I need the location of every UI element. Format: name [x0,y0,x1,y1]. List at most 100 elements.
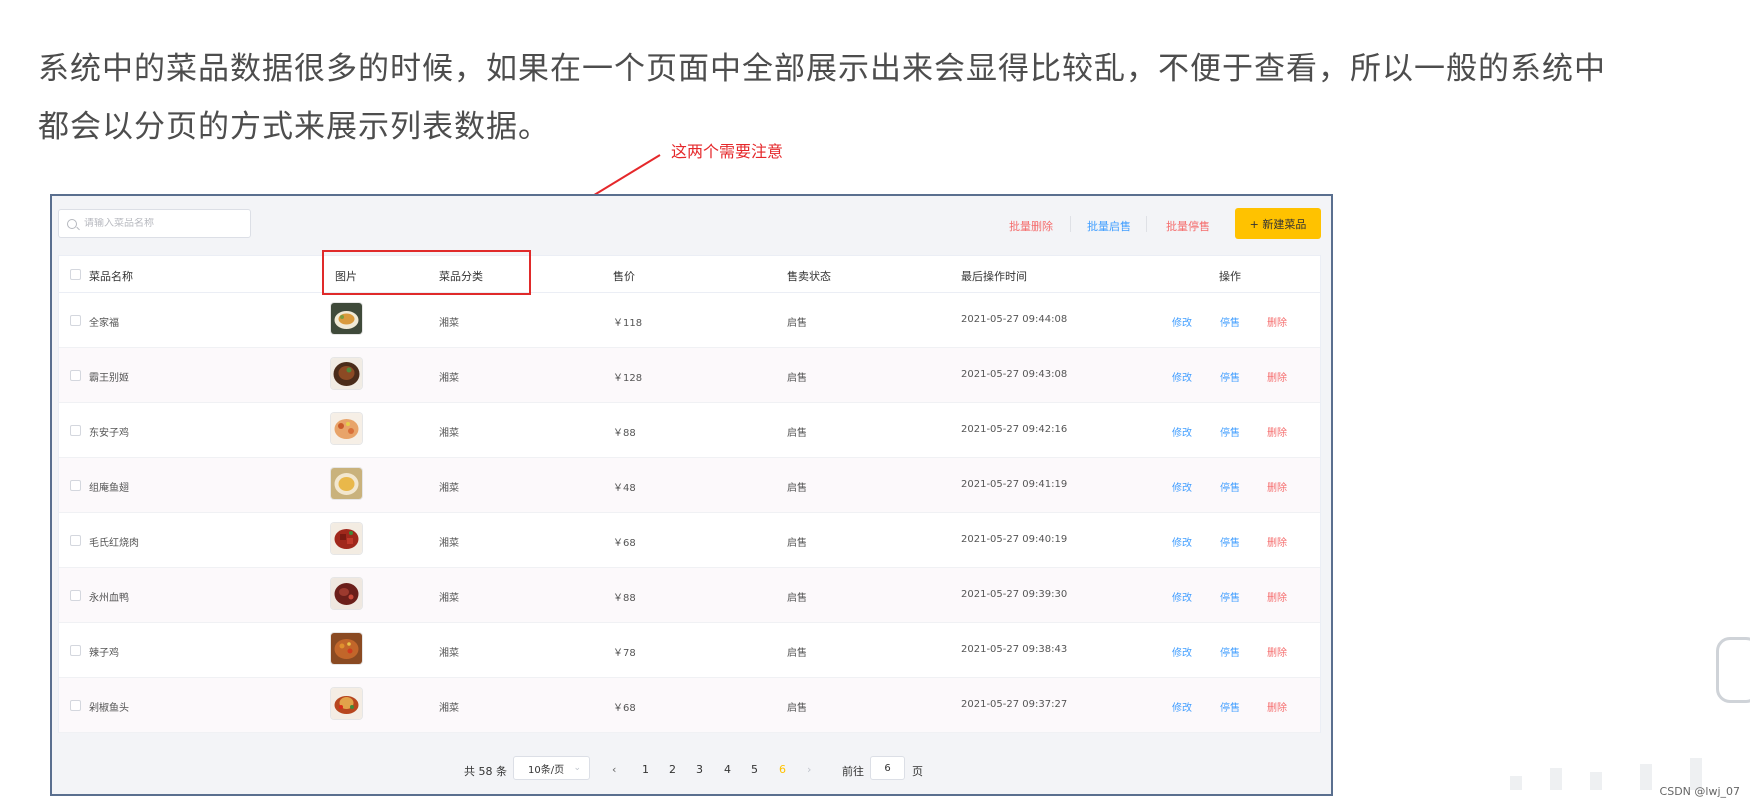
dish-status: 启售 [787,538,807,549]
dish-updated: 2021-05-27 09:37:27 [961,699,1068,710]
dish-status: 启售 [787,373,807,384]
batch-enable-button[interactable]: 批量启售 [1087,218,1131,234]
dish-status: 启售 [787,428,807,439]
search-input[interactable] [84,218,234,229]
table-row: 全家福 湘菜 ￥118 启售 2021-05-27 09:44:08 修改 停售… [59,293,1320,348]
delete-link[interactable]: 删除 [1267,314,1287,329]
dish-category: 湘菜 [439,428,459,439]
dish-updated: 2021-05-27 09:40:19 [961,534,1068,545]
header-name: 菜品名称 [89,270,133,283]
dish-name: 东安子鸡 [89,428,129,439]
row-checkbox[interactable] [70,645,81,656]
edit-link[interactable]: 修改 [1172,369,1192,384]
edit-link[interactable]: 修改 [1172,424,1192,439]
select-all-checkbox[interactable] [70,269,81,280]
article-paragraph: 系统中的菜品数据很多的时候，如果在一个页面中全部展示出来会显得比较乱，不便于查看… [38,40,1618,156]
batch-delete-button[interactable]: 批量删除 [1009,218,1053,234]
delete-link[interactable]: 删除 [1267,589,1287,604]
table-row: 毛氏红烧肉 湘菜 ￥68 启售 2021-05-27 09:40:19 修改 停… [59,513,1320,568]
dish-price: ￥128 [613,373,643,384]
dish-name: 全家福 [89,318,119,329]
dish-name: 永州血鸭 [89,593,129,604]
new-dish-button[interactable]: + 新建菜品 [1235,208,1321,239]
table-row: 东安子鸡 湘菜 ￥88 启售 2021-05-27 09:42:16 修改 停售… [59,403,1320,458]
delete-link[interactable]: 删除 [1267,479,1287,494]
dish-image [331,468,362,499]
goto-suffix: 页 [912,765,923,778]
row-checkbox[interactable] [70,590,81,601]
dish-status: 启售 [787,483,807,494]
dish-price: ￥68 [613,538,636,549]
page-number[interactable]: 2 [669,763,676,776]
dish-price: ￥78 [613,648,636,659]
watermark: CSDN @lwj_07 [1659,785,1740,798]
dish-category: 湘菜 [439,703,459,714]
annotation-label: 这两个需要注意 [671,142,784,161]
page-number[interactable]: 4 [724,763,731,776]
delete-link[interactable]: 删除 [1267,369,1287,384]
dish-name: 毛氏红烧肉 [89,538,139,549]
table-header: 菜品名称 图片 菜品分类 售价 售卖状态 最后操作时间 操作 [59,256,1320,293]
edit-link[interactable]: 修改 [1172,589,1192,604]
row-checkbox[interactable] [70,425,81,436]
search-box[interactable] [58,209,251,238]
goto-page-input[interactable]: 6 [870,756,905,780]
disable-link[interactable]: 停售 [1220,534,1240,549]
dish-image [331,523,362,554]
row-checkbox[interactable] [70,535,81,546]
dish-price: ￥48 [613,483,636,494]
dish-updated: 2021-05-27 09:39:30 [961,589,1068,600]
edit-link[interactable]: 修改 [1172,314,1192,329]
header-status: 售卖状态 [787,270,831,283]
disable-link[interactable]: 停售 [1220,369,1240,384]
dish-image [331,358,362,389]
dish-table: 菜品名称 图片 菜品分类 售价 售卖状态 最后操作时间 操作 全家福 湘菜 ￥1… [58,255,1321,733]
page-number[interactable]: 3 [696,763,703,776]
disable-link[interactable]: 停售 [1220,589,1240,604]
row-checkbox[interactable] [70,480,81,491]
page-size-value: 10条/页 [528,764,565,776]
dish-updated: 2021-05-27 09:44:08 [961,314,1068,325]
dish-updated: 2021-05-27 09:38:43 [961,644,1068,655]
header-actions: 操作 [1219,270,1241,283]
dish-image [331,303,362,334]
chevron-down-icon: ⌄ [573,763,581,773]
dish-status: 启售 [787,318,807,329]
dish-image [331,633,362,664]
dish-name: 霸王别姬 [89,373,129,384]
dish-category: 湘菜 [439,373,459,384]
disable-link[interactable]: 停售 [1220,479,1240,494]
goto-page-value: 6 [884,762,891,774]
edit-link[interactable]: 修改 [1172,479,1192,494]
next-page-icon[interactable]: › [807,763,811,776]
edit-link[interactable]: 修改 [1172,644,1192,659]
row-checkbox[interactable] [70,370,81,381]
disable-link[interactable]: 停售 [1220,314,1240,329]
page-number[interactable]: 5 [751,763,758,776]
row-checkbox[interactable] [70,700,81,711]
toolbar-divider [1146,216,1147,232]
disable-link[interactable]: 停售 [1220,699,1240,714]
batch-disable-button[interactable]: 批量停售 [1166,218,1210,234]
prev-page-icon[interactable]: ‹ [612,763,616,776]
page-number[interactable]: 1 [642,763,649,776]
disable-link[interactable]: 停售 [1220,644,1240,659]
dish-image [331,578,362,609]
dish-management-screenshot: 批量删除 批量启售 批量停售 + 新建菜品 菜品名称 图片 菜品分类 售价 售卖… [50,194,1333,796]
pagination: 共 58 条 10条/页 ⌄ ‹ 1 2 3 4 5 6 › 前往 6 页 [52,733,1331,796]
delete-link[interactable]: 删除 [1267,699,1287,714]
delete-link[interactable]: 删除 [1267,424,1287,439]
disable-link[interactable]: 停售 [1220,424,1240,439]
row-checkbox[interactable] [70,315,81,326]
edit-link[interactable]: 修改 [1172,699,1192,714]
page-number-current[interactable]: 6 [779,763,786,776]
table-row: 组庵鱼翅 湘菜 ￥48 启售 2021-05-27 09:41:19 修改 停售… [59,458,1320,513]
table-row: 剁椒鱼头 湘菜 ￥68 启售 2021-05-27 09:37:27 修改 停售… [59,678,1320,733]
delete-link[interactable]: 删除 [1267,644,1287,659]
page-size-select[interactable]: 10条/页 ⌄ [513,756,590,780]
dish-status: 启售 [787,648,807,659]
edit-link[interactable]: 修改 [1172,534,1192,549]
delete-link[interactable]: 删除 [1267,534,1287,549]
floating-side-widget[interactable] [1716,637,1750,703]
dish-price: ￥118 [613,318,643,329]
